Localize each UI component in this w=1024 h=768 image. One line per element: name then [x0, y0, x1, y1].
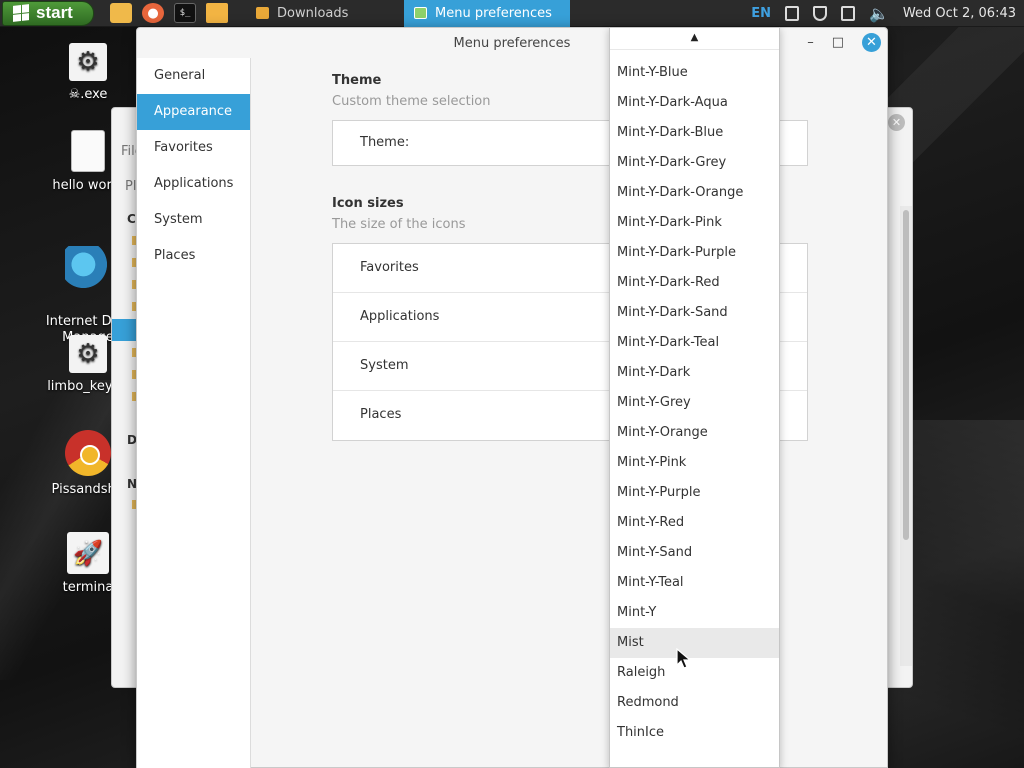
theme-option[interactable]: Raleigh — [610, 658, 779, 688]
sidebar-item-favorites[interactable]: Favorites — [137, 130, 250, 166]
sidebar-item-system[interactable]: System — [137, 202, 250, 238]
theme-option[interactable]: Mint-Y-Dark-Red — [610, 268, 779, 298]
gear-icon: ⚙ — [69, 335, 107, 373]
theme-option[interactable]: Mint-Y-Grey — [610, 388, 779, 418]
theme-option[interactable]: Redmond — [610, 688, 779, 718]
bg-places-label: Pl — [125, 179, 137, 194]
system-tray: EN 🔈 Wed Oct 2, 06:43 — [751, 5, 1024, 21]
volume-icon[interactable]: 🔈 — [869, 5, 889, 21]
idm-icon — [65, 246, 111, 292]
firefox-launcher-icon[interactable]: ● — [142, 3, 164, 23]
theme-option-hovered[interactable]: Mist — [610, 628, 779, 658]
file-manager-launcher-icon[interactable] — [110, 3, 132, 23]
keyboard-layout-indicator[interactable]: EN — [751, 6, 771, 21]
close-button[interactable]: ✕ — [862, 33, 881, 52]
task-menu-preferences[interactable]: Menu preferences — [404, 0, 570, 27]
scrollbar-thumb[interactable] — [903, 210, 909, 540]
sidebar-item-general[interactable]: General — [137, 58, 250, 94]
theme-option[interactable]: Mint-Y-Dark-Pink — [610, 208, 779, 238]
theme-option[interactable]: Mint-Y-Teal — [610, 568, 779, 598]
terminal-launcher-icon[interactable]: $_ — [174, 3, 196, 23]
taskbar: start ● $_ Downloads Menu preferences EN… — [0, 0, 1024, 27]
theme-option[interactable]: ThinIce — [610, 718, 779, 748]
start-button[interactable]: start — [2, 0, 94, 26]
rocket-icon: 🚀 — [67, 532, 109, 574]
desktop-icon-label: ☠.exe — [68, 87, 108, 102]
shield-icon[interactable] — [812, 5, 827, 21]
theme-option[interactable]: Mint-Y-Dark-Aqua — [610, 88, 779, 118]
window-icon[interactable] — [840, 5, 855, 21]
theme-option[interactable]: Mint-Y-Purple — [610, 478, 779, 508]
icon-sizes-section-title: Icon sizes — [332, 196, 404, 211]
theme-option[interactable]: Mint-Y-Blue — [610, 58, 779, 88]
scroll-up-arrow-icon[interactable]: ▲ — [610, 28, 779, 50]
sidebar: General Appearance Favorites Application… — [137, 58, 251, 768]
start-label: start — [36, 3, 73, 22]
bg-selected-item[interactable] — [112, 319, 138, 341]
theme-section-subtitle: Custom theme selection — [332, 94, 491, 109]
theme-option-list: Mint-Y-Blue Mint-Y-Dark-Aqua Mint-Y-Dark… — [610, 50, 779, 748]
appearance-content: Theme Custom theme selection Theme: Icon… — [252, 58, 887, 767]
sidebar-item-appearance[interactable]: Appearance — [137, 94, 250, 130]
theme-option[interactable]: Mint-Y-Pink — [610, 448, 779, 478]
task-label: Downloads — [277, 5, 349, 21]
document-icon — [71, 130, 105, 172]
sidebar-item-applications[interactable]: Applications — [137, 166, 250, 202]
window-controls: – □ ✕ — [807, 33, 881, 52]
theme-option[interactable]: Mint-Y-Dark-Sand — [610, 298, 779, 328]
theme-row-label: Theme: — [360, 135, 410, 150]
clipboard-icon[interactable] — [784, 5, 799, 21]
theme-option[interactable]: Mint-Y-Dark-Purple — [610, 238, 779, 268]
window-title: Menu preferences — [453, 35, 571, 51]
menu-icon — [414, 7, 427, 19]
theme-option[interactable]: Mint-Y-Dark-Grey — [610, 148, 779, 178]
folder-icon — [256, 7, 269, 19]
clock[interactable]: Wed Oct 2, 06:43 — [903, 6, 1016, 21]
windows-logo-icon — [13, 4, 29, 22]
minimize-button[interactable]: – — [807, 35, 814, 50]
theme-section-title: Theme — [332, 73, 382, 88]
theme-option[interactable]: Mint-Y-Dark-Orange — [610, 178, 779, 208]
theme-option[interactable]: Mint-Y-Dark-Blue — [610, 118, 779, 148]
theme-option[interactable]: Mint-Y-Orange — [610, 418, 779, 448]
desktop-icon-exe[interactable]: ⚙ ☠.exe — [33, 43, 143, 102]
theme-option[interactable]: Mint-Y-Dark-Teal — [610, 328, 779, 358]
theme-option[interactable]: Mint-Y-Sand — [610, 538, 779, 568]
chrome-icon — [65, 430, 111, 476]
close-icon[interactable]: ✕ — [888, 114, 905, 131]
theme-option[interactable]: Mint-Y-Dark — [610, 358, 779, 388]
task-label: Menu preferences — [435, 5, 552, 21]
gear-icon: ⚙ — [69, 43, 107, 81]
task-downloads[interactable]: Downloads — [246, 0, 404, 27]
icon-sizes-section-subtitle: The size of the icons — [332, 217, 466, 232]
theme-option[interactable]: Mint-Y-Red — [610, 508, 779, 538]
maximize-button[interactable]: □ — [832, 35, 844, 50]
folder-launcher-icon[interactable] — [206, 3, 228, 23]
theme-dropdown-popup: ▲ Mint-Y-Blue Mint-Y-Dark-Aqua Mint-Y-Da… — [609, 27, 780, 768]
theme-option[interactable]: Mint-Y — [610, 598, 779, 628]
sidebar-item-places[interactable]: Places — [137, 238, 250, 274]
